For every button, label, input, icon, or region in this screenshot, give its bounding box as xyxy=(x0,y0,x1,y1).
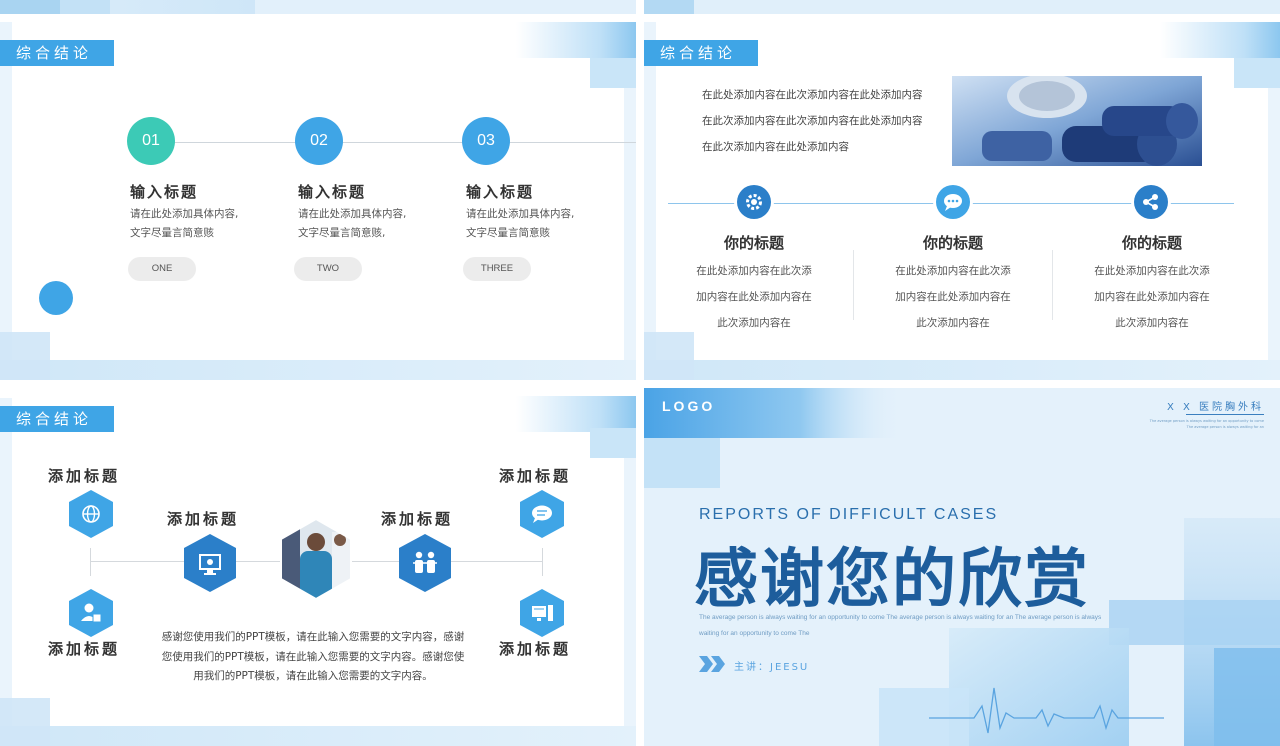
left-strip xyxy=(0,398,12,726)
step-pill-1[interactable]: ONE xyxy=(128,257,196,281)
corner-block xyxy=(0,332,50,380)
corner-decoration xyxy=(1160,22,1280,58)
hospital-name: X X 医院胸外科 xyxy=(1166,402,1264,413)
title-top-right: 添加标题 xyxy=(499,467,572,485)
microscope-photo xyxy=(952,76,1202,166)
step-number-2: 02 xyxy=(295,117,343,165)
slide-4[interactable]: LOGO X X 医院胸外科 The average person is alw… xyxy=(644,388,1280,746)
intro-text: 在此处添加内容在此次添加内容在此处添加内容在此次添加内容在此次添加内容在此处添加… xyxy=(702,89,923,153)
title-mid-left: 添加标题 xyxy=(167,510,240,528)
slide-2[interactable]: 综合结论 在此处添加内容在此次添加内容在此处添加内容在此次添加内容在此次添加内容… xyxy=(644,0,1280,380)
decorative-dot xyxy=(39,281,73,315)
step-title-1: 输入标题 xyxy=(130,183,199,201)
connector-tick xyxy=(542,548,543,576)
step-number-3: 03 xyxy=(462,117,510,165)
left-strip xyxy=(0,22,12,360)
corner-block xyxy=(0,698,50,746)
step-desc-2: 请在此处添加具体内容, 文字尽量言简意赅, xyxy=(298,205,428,243)
description-text: 感谢您使用我们的PPT模板，请在此输入您需要的文字内容，感谢您使用我们的PPT模… xyxy=(161,631,465,682)
message-icon xyxy=(519,489,565,543)
column-desc-3: 在此处添加内容在此次添加内容在此处添加内容在此次添加内容在 xyxy=(1094,265,1210,329)
step-desc-1: 请在此处添加具体内容, 文字尽量言简意赅 xyxy=(130,205,260,243)
hospital-underline xyxy=(1186,414,1264,415)
corner-decoration-block xyxy=(590,428,636,458)
top-band xyxy=(644,0,1280,14)
double-chevron-icon xyxy=(699,656,727,676)
bottom-band xyxy=(644,360,1280,380)
section-tag: 综合结论 xyxy=(644,40,758,66)
left-strip xyxy=(644,22,656,360)
logo: LOGO xyxy=(662,398,716,414)
step-desc-line: 文字尽量言简意赅, xyxy=(298,227,386,239)
step-pill-3[interactable]: THREE xyxy=(463,257,531,281)
column-title-3: 你的标题 xyxy=(1121,234,1182,252)
step-pill-2[interactable]: TWO xyxy=(294,257,362,281)
step-desc-line: 文字尽量言简意赅 xyxy=(130,227,214,239)
people-icon xyxy=(398,533,452,597)
slide-1[interactable]: 综合结论 01 02 03 输入标题 输入标题 输入标题 请在此处添加具体内容,… xyxy=(0,0,636,380)
share-icon xyxy=(1134,185,1168,219)
slide-3[interactable]: 综合结论 添加标题 添加标题 添加标题 添加标题 添加标题 添加标题 感谢您使用… xyxy=(0,388,636,746)
caption-paragraph: The average person is always waiting for… xyxy=(699,614,1102,637)
column-title-1: 你的标题 xyxy=(723,234,784,252)
bottom-band xyxy=(0,360,636,380)
step-number-1: 01 xyxy=(127,117,175,165)
column-desc-2: 在此处添加内容在此次添加内容在此处添加内容在此次添加内容在 xyxy=(895,265,1011,329)
corner-block xyxy=(644,332,694,380)
step-desc-3: 请在此处添加具体内容, 文字尽量言简意赅 xyxy=(466,205,596,243)
user-icon xyxy=(68,588,114,642)
tiny-caption: The average person is always waiting for… xyxy=(1149,419,1264,429)
speaker-label: 主讲：JEESU xyxy=(734,662,810,673)
gear-icon xyxy=(737,185,771,219)
subtitle: REPORTS OF DIFFICULT CASES xyxy=(699,506,999,523)
corner-decoration-block xyxy=(1234,58,1280,88)
step-desc-line: 请在此处添加具体内容, xyxy=(130,208,239,220)
title-mid-right: 添加标题 xyxy=(381,510,454,528)
bottom-band xyxy=(0,726,636,746)
top-band xyxy=(0,0,636,14)
connector-tick xyxy=(90,548,91,576)
step-title-3: 输入标题 xyxy=(466,183,535,201)
column-desc-1: 在此处添加内容在此次添加内容在此处添加内容在此次添加内容在 xyxy=(696,265,812,329)
corner-decoration-block xyxy=(590,58,636,88)
computer-icon xyxy=(519,588,565,642)
column-divider xyxy=(1052,250,1053,320)
step-desc-line: 文字尽量言简意赅 xyxy=(466,227,550,239)
corner-decoration xyxy=(516,396,636,432)
globe-icon xyxy=(68,489,114,543)
timeline-line xyxy=(150,142,636,143)
step-desc-line: 请在此处添加具体内容, xyxy=(466,208,575,220)
column-divider xyxy=(853,250,854,320)
monitor-lock-icon xyxy=(183,533,237,597)
chat-icon xyxy=(936,185,970,219)
title-top-left: 添加标题 xyxy=(48,467,121,485)
column-title-2: 你的标题 xyxy=(922,234,983,252)
section-tag: 综合结论 xyxy=(0,40,114,66)
main-title: 感谢您的欣赏 xyxy=(694,543,1090,617)
section-tag: 综合结论 xyxy=(0,406,114,432)
step-desc-line: 请在此处添加具体内容, xyxy=(298,208,407,220)
team-photo xyxy=(280,517,352,604)
corner-decoration xyxy=(516,22,636,58)
step-title-2: 输入标题 xyxy=(298,183,367,201)
